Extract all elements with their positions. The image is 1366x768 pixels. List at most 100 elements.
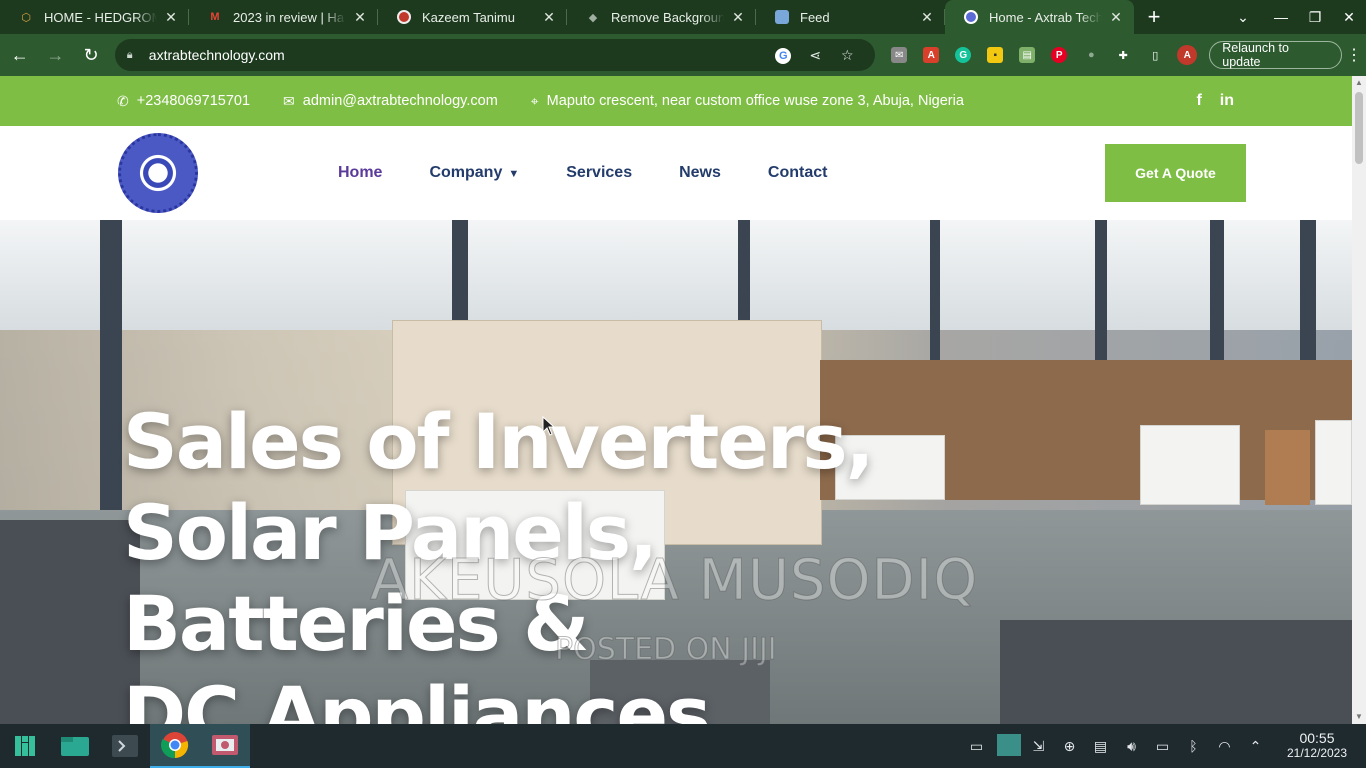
- reload-icon[interactable]: ↻: [75, 39, 107, 71]
- email-text[interactable]: admin@axtrabtechnology.com: [303, 93, 498, 109]
- tab-title: 2023 in review | Ha: [233, 9, 345, 25]
- nav-item-services[interactable]: Services: [566, 164, 632, 182]
- social-links: f in: [1196, 92, 1234, 110]
- new-tab-button[interactable]: +: [1134, 0, 1174, 34]
- white-carton: [1140, 425, 1240, 505]
- puzzle-extensions-icon[interactable]: ✚: [1107, 43, 1139, 67]
- nav-item-contact[interactable]: Contact: [768, 164, 828, 182]
- tab-search-icon[interactable]: ⌄: [1226, 9, 1260, 26]
- file-manager-icon[interactable]: [50, 724, 100, 768]
- site-logo-icon: [963, 9, 979, 25]
- chat-extension-icon[interactable]: ▤: [1011, 43, 1043, 67]
- white-carton: [1315, 420, 1352, 505]
- relaunch-button[interactable]: Relaunch to update: [1209, 41, 1343, 69]
- system-tray: ▭ ⇲ ⊕ ▤ 🔊︎ ▭ ᛒ ◠ ⌃ 00:55 21/12/2023: [966, 731, 1366, 761]
- scroll-down-icon[interactable]: ▼: [1352, 710, 1366, 724]
- gmail-icon: M: [210, 11, 220, 23]
- profile-avatar[interactable]: A: [1171, 43, 1203, 67]
- browser-tab[interactable]: Feed ✕: [756, 0, 945, 34]
- updates-icon[interactable]: ⊕: [1059, 738, 1080, 755]
- mail-extension-icon[interactable]: ✉: [883, 43, 915, 67]
- linkedin-icon[interactable]: in: [1220, 92, 1234, 110]
- browser-tab[interactable]: M 2023 in review | Ha ✕: [189, 0, 378, 34]
- scroll-up-icon[interactable]: ▲: [1352, 76, 1366, 90]
- activities-icon[interactable]: ⇲: [1028, 738, 1049, 755]
- minimize-icon[interactable]: —: [1264, 9, 1298, 25]
- tab-title: Kazeem Tanimu: [422, 9, 515, 25]
- browser-tab[interactable]: ⬡ HOME - HEDGROMI ✕: [0, 0, 189, 34]
- sidebar-icon[interactable]: ▯: [1139, 43, 1171, 67]
- browser-tab[interactable]: Kazeem Tanimu ✕: [378, 0, 567, 34]
- forward-icon[interactable]: →: [40, 39, 72, 71]
- close-tab-icon[interactable]: ✕: [919, 9, 935, 26]
- pager-icon[interactable]: [997, 733, 1021, 759]
- address-item: ⌖ Maputo crescent, near custom office wu…: [531, 93, 964, 110]
- lock-icon: 🔒︎: [126, 48, 133, 61]
- share-icon[interactable]: ⋖: [799, 47, 831, 64]
- clock-date: 21/12/2023: [1286, 746, 1348, 760]
- url-text[interactable]: axtrabtechnology.com: [149, 47, 767, 63]
- terminal-icon[interactable]: [100, 724, 150, 768]
- clipboard-icon[interactable]: ▤: [1090, 738, 1111, 755]
- microphone-extension-icon[interactable]: ●: [1075, 43, 1107, 67]
- google-icon[interactable]: G: [767, 46, 799, 64]
- scroll-thumb[interactable]: [1355, 92, 1363, 164]
- os-taskbar: ▭ ⇲ ⊕ ▤ 🔊︎ ▭ ᛒ ◠ ⌃ 00:55 21/12/2023: [0, 724, 1366, 768]
- phone-text[interactable]: +2348069715701: [137, 93, 250, 109]
- browser-tab-active[interactable]: Home - Axtrab Tech ✕: [945, 0, 1134, 34]
- headline-line: DC Appliances: [123, 670, 711, 724]
- close-tab-icon[interactable]: ✕: [352, 9, 368, 26]
- back-icon[interactable]: ←: [4, 39, 36, 71]
- volume-icon[interactable]: 🔊︎: [1121, 738, 1142, 755]
- close-tab-icon[interactable]: ✕: [730, 9, 746, 26]
- nav-menu: Home Company ▼ Services News Contact: [338, 164, 827, 182]
- tray-expand-icon[interactable]: ⌃: [1245, 738, 1266, 755]
- page-scrollbar[interactable]: ▲ ▼: [1352, 76, 1366, 724]
- tab-title: HOME - HEDGROMI: [44, 9, 157, 25]
- clock[interactable]: 00:55 21/12/2023: [1276, 731, 1358, 761]
- browser-tab[interactable]: ◆ Remove Backgroun ✕: [567, 0, 756, 34]
- roof-beam: [738, 220, 750, 320]
- battery-icon[interactable]: ▭: [1152, 738, 1173, 755]
- bluetooth-icon[interactable]: ᛒ: [1183, 738, 1204, 754]
- address-bar[interactable]: 🔒︎ axtrabtechnology.com G ⋖ ☆: [114, 39, 876, 71]
- feed-icon: [774, 9, 790, 25]
- wifi-icon[interactable]: ◠: [1214, 738, 1235, 755]
- menu-kebab-icon[interactable]: ⋮: [1342, 45, 1366, 65]
- close-tab-icon[interactable]: ✕: [1108, 9, 1124, 26]
- maximize-icon[interactable]: ❐: [1298, 9, 1332, 26]
- nav-item-home[interactable]: Home: [338, 164, 382, 182]
- app-launcher-icon[interactable]: [0, 724, 50, 768]
- pinterest-extension-icon[interactable]: P: [1043, 43, 1075, 67]
- hexagon-icon: ⬡: [21, 11, 31, 24]
- grammarly-extension-icon[interactable]: G: [947, 43, 979, 67]
- headline-line: Sales of Inverters,: [123, 397, 874, 486]
- envelope-icon: ✉: [283, 92, 295, 109]
- browser-toolbar: ← → ↻ 🔒︎ axtrabtechnology.com G ⋖ ☆ ✉ A …: [0, 34, 1366, 76]
- close-tab-icon[interactable]: ✕: [163, 9, 179, 26]
- nav-item-company[interactable]: Company ▼: [429, 164, 519, 182]
- nav-item-news[interactable]: News: [679, 164, 721, 182]
- notes-extension-icon[interactable]: ▪: [979, 43, 1011, 67]
- email-item[interactable]: ✉ admin@axtrabtechnology.com: [283, 93, 498, 110]
- close-tab-icon[interactable]: ✕: [541, 9, 557, 26]
- get-a-quote-button[interactable]: Get A Quote: [1105, 144, 1246, 202]
- machine-unit: [1000, 620, 1352, 724]
- roof-beam: [100, 220, 122, 520]
- pdf-extension-icon[interactable]: A: [915, 43, 947, 67]
- tab-title: Remove Backgroun: [611, 9, 724, 25]
- screenshot-tool-icon[interactable]: [200, 724, 250, 768]
- close-window-icon[interactable]: ✕: [1332, 9, 1366, 26]
- contact-topbar: ✆ +2348069715701 ✉ admin@axtrabtechnolog…: [0, 76, 1352, 126]
- browser-tab-strip: ⬡ HOME - HEDGROMI ✕ M 2023 in review | H…: [0, 0, 1366, 34]
- chrome-icon[interactable]: [150, 724, 200, 768]
- phone-item[interactable]: ✆ +2348069715701: [117, 93, 250, 110]
- brown-carton: [1265, 430, 1310, 505]
- bookmark-star-icon[interactable]: ☆: [831, 47, 863, 64]
- facebook-icon[interactable]: f: [1196, 92, 1201, 110]
- machine-unit: [0, 520, 140, 724]
- show-desktop-icon[interactable]: ▭: [966, 738, 987, 755]
- profile-icon: [396, 9, 412, 25]
- main-navigation: Home Company ▼ Services News Contact Get …: [0, 126, 1352, 220]
- company-logo[interactable]: [118, 133, 198, 213]
